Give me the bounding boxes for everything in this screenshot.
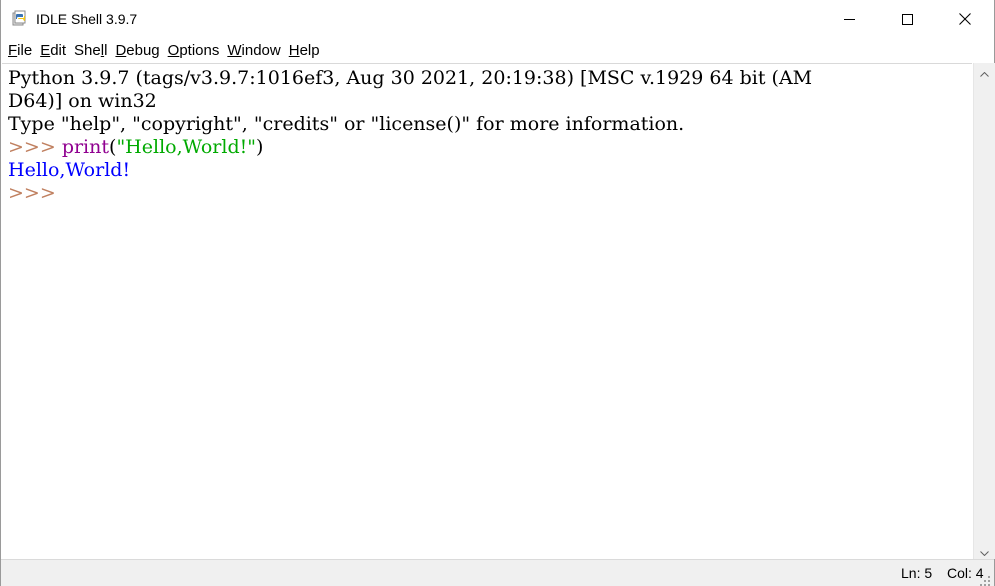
menu-help[interactable]: Help <box>284 40 323 62</box>
menu-file[interactable]: File <box>1 40 35 62</box>
menu-window[interactable]: Window <box>222 40 283 62</box>
menu-shell[interactable]: Shell <box>69 40 110 62</box>
builtin-keyword: print <box>61 136 110 158</box>
arrow-up-icon <box>980 62 989 81</box>
shell-prompt: >>> <box>8 136 62 158</box>
banner-line-3: Type "help", "copyright", "credits" or "… <box>8 113 685 135</box>
banner-line-2: D64)] on win32 <box>8 90 157 112</box>
command-line: >>> print("Hello,World!") <box>8 136 263 159</box>
status-line-number: Ln: 5 <box>901 565 933 581</box>
menu-options[interactable]: Options <box>163 40 223 62</box>
shell-text-area[interactable]: Python 3.9.7 (tags/v3.9.7:1016ef3, Aug 3… <box>2 63 972 560</box>
close-button[interactable] <box>936 0 994 38</box>
status-bar: Ln: 5 Col: 4 <box>1 559 994 586</box>
minimize-icon <box>843 10 855 29</box>
title-bar[interactable]: IDLE Shell 3.9.7 <box>1 0 994 38</box>
menu-edit[interactable]: Edit <box>35 40 69 62</box>
output-line: Hello,World! <box>8 159 131 181</box>
resize-grip-icon[interactable] <box>979 572 991 586</box>
scroll-down-button[interactable] <box>974 542 995 559</box>
menu-bar: File Edit Shell Debug Options Window Hel… <box>1 38 994 63</box>
shell-prompt-current: >>> <box>8 182 56 204</box>
python-idle-icon <box>12 10 28 26</box>
arrow-down-icon <box>980 541 989 560</box>
close-paren: ) <box>256 136 264 158</box>
string-literal: "Hello,World!" <box>116 136 256 158</box>
maximize-button[interactable] <box>878 0 936 38</box>
maximize-icon <box>901 10 913 29</box>
window-title: IDLE Shell 3.9.7 <box>36 11 138 27</box>
vertical-scrollbar[interactable] <box>973 63 995 559</box>
scroll-up-button[interactable] <box>974 63 995 80</box>
scroll-thumb[interactable] <box>977 81 992 539</box>
menu-debug[interactable]: Debug <box>110 40 162 62</box>
banner-line-1: Python 3.9.7 (tags/v3.9.7:1016ef3, Aug 3… <box>8 67 813 89</box>
minimize-button[interactable] <box>820 0 878 38</box>
close-icon <box>959 10 971 29</box>
idle-shell-window: IDLE Shell 3.9.7 File Edit Shell Debug O… <box>0 0 995 586</box>
